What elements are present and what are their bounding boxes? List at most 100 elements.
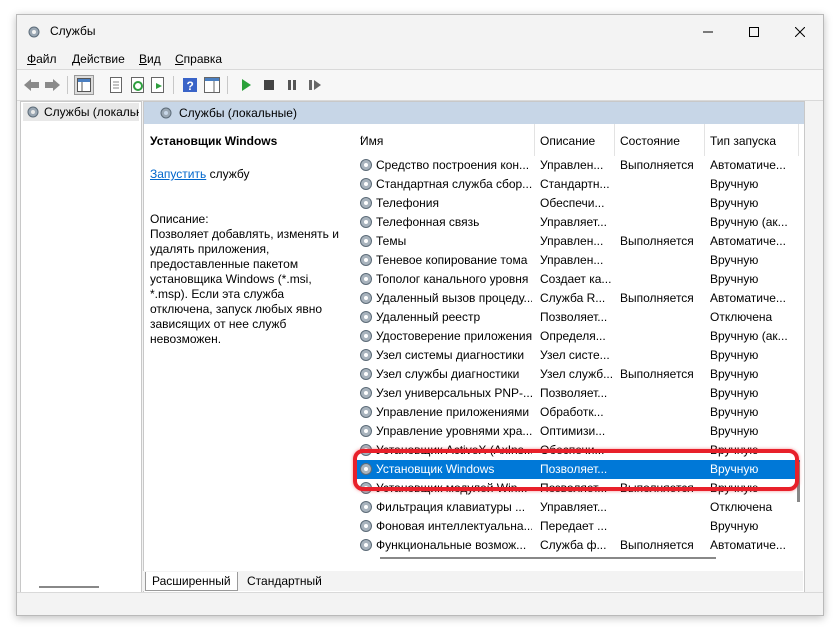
tab-extended-label: Расширенный	[152, 574, 231, 588]
maximize-icon	[749, 27, 759, 37]
status-bar	[17, 592, 823, 615]
cell-description: Служба ф...	[540, 538, 607, 552]
action-pane-icon	[204, 77, 220, 93]
table-row[interactable]: Удаленный вызов процеду... Служба R... Вып…	[354, 289, 800, 308]
column-header-startup-type[interactable]: Тип запуска	[704, 124, 799, 156]
table-row[interactable]: Управление приложениями Обработк... Вручну…	[354, 403, 800, 422]
column-header-startup-type-label: Тип запуска	[710, 134, 777, 148]
cell-startup-type: Автоматиче...	[710, 234, 786, 248]
cell-name: Теневое копирование тома	[376, 253, 528, 267]
column-header-name-label: Имя	[360, 134, 384, 148]
tab-extended[interactable]: Расширенный	[145, 572, 238, 591]
column-header-name[interactable]: ^ Имя	[354, 124, 535, 156]
cell-startup-type: Вручную	[710, 367, 759, 381]
menu-view[interactable]: Вид	[139, 52, 161, 66]
table-row[interactable]: Телефонная связь Управляет... Вручную (ак.…	[354, 213, 800, 232]
menu-file-accesskey: Ф	[27, 52, 37, 66]
table-row[interactable]: Узел универсальных PNP-... Позволяет... Вр…	[354, 384, 800, 403]
maximize-button[interactable]	[731, 15, 777, 49]
cell-startup-type: Автоматиче...	[710, 158, 786, 172]
export-icon	[151, 77, 164, 93]
column-header-description[interactable]: Описание	[534, 124, 615, 156]
services-pane: Службы (локальные) Установщик Windows За…	[143, 101, 805, 595]
start-service-link[interactable]: Запустить	[150, 167, 206, 181]
refresh-icon	[131, 77, 144, 93]
cell-startup-type: Вручную	[710, 196, 759, 210]
service-gear-icon	[360, 311, 372, 323]
detail-description-label: Описание:	[150, 212, 209, 226]
play-icon	[242, 79, 251, 91]
toolbar: ?	[17, 69, 823, 101]
tree-horizontal-scrollbar[interactable]	[39, 586, 99, 588]
service-detail-panel: Установщик Windows Запустить службу Опис…	[144, 124, 349, 554]
cell-description: Узел систе...	[540, 348, 610, 362]
table-row[interactable]: Управление уровнями хра... Оптимизи... Вру…	[354, 422, 800, 441]
service-gear-icon	[360, 216, 372, 228]
service-gear-icon	[360, 425, 372, 437]
cell-description: Создает ка...	[540, 272, 612, 286]
service-gear-icon	[360, 178, 372, 190]
selected-row-highlight-annotation	[353, 449, 799, 491]
cell-description: Оптимизи...	[540, 424, 606, 438]
cell-name: Тополог канального уровня	[376, 272, 529, 286]
help-button[interactable]: ?	[180, 75, 200, 95]
table-row[interactable]: Тополог канального уровня Создает ка... Вр…	[354, 270, 800, 289]
cell-name: Удаленный вызов процеду...	[376, 291, 532, 305]
restart-service-button[interactable]	[305, 75, 325, 95]
table-row[interactable]: Функциональные возмож... Служба ф... Выпол…	[354, 536, 800, 554]
window-title: Службы	[50, 24, 96, 38]
column-header-state[interactable]: Состояние	[614, 124, 705, 156]
show-console-tree-button[interactable]	[74, 75, 94, 95]
tree-item-services-local[interactable]: Службы (локальны	[23, 103, 139, 121]
table-row[interactable]: Темы Управлен... Выполняется Автоматиче...	[354, 232, 800, 251]
table-row[interactable]: Стандартная служба сбор... Стандартн... Вр…	[354, 175, 800, 194]
refresh-button[interactable]	[128, 75, 148, 95]
cell-startup-type: Вручную	[710, 386, 759, 400]
menu-help-label: правка	[183, 52, 223, 66]
table-row[interactable]: Средство построения кон... Управлен... Вып…	[354, 156, 800, 175]
cell-name: Узел системы диагностики	[376, 348, 525, 362]
horizontal-scrollbar[interactable]	[364, 557, 784, 560]
service-gear-icon	[360, 197, 372, 209]
vertical-scrollbar[interactable]	[797, 262, 800, 502]
view-tabs: Расширенный Стандартный	[143, 571, 803, 591]
close-button[interactable]	[777, 15, 823, 49]
menu-action[interactable]: Действие	[72, 52, 125, 66]
table-row[interactable]: Фоновая интеллектуальна... Передает ... Вр…	[354, 517, 800, 536]
properties-view-button[interactable]	[106, 75, 126, 95]
pause-service-button[interactable]	[282, 75, 302, 95]
console-tree: Службы (локальны	[20, 101, 142, 595]
menu-action-label: ействие	[80, 52, 125, 66]
menu-file[interactable]: Файл	[27, 52, 57, 66]
menu-help[interactable]: Справка	[175, 52, 222, 66]
tab-standard[interactable]: Стандартный	[241, 572, 328, 590]
export-list-button[interactable]	[148, 75, 168, 95]
table-row[interactable]: Узел службы диагностики Узел служб... Выпо…	[354, 365, 800, 384]
table-row[interactable]: Фильтрация клавиатуры ... Управляет... Отк…	[354, 498, 800, 517]
restart-icon	[309, 80, 321, 90]
close-icon	[795, 27, 805, 37]
cell-description: Передает ...	[540, 519, 608, 533]
show-hide-action-pane-button[interactable]	[202, 75, 222, 95]
table-row[interactable]: Телефония Обеспечи... Вручную	[354, 194, 800, 213]
cell-description: Служба R...	[540, 291, 606, 305]
cell-state: Выполняется	[620, 234, 694, 248]
cell-description: Позволяет...	[540, 386, 608, 400]
back-arrow-icon	[24, 79, 39, 91]
forward-button[interactable]	[42, 75, 62, 95]
table-row[interactable]: Теневое копирование тома Управлен... Вручн…	[354, 251, 800, 270]
column-header-state-label: Состояние	[620, 134, 680, 148]
horizontal-scrollbar-thumb[interactable]	[380, 557, 716, 559]
table-row[interactable]: Удаленный реестр Позволяет... Отключена	[354, 308, 800, 327]
table-row[interactable]: Удостоверение приложения Определя... Вручн…	[354, 327, 800, 346]
start-service-button[interactable]	[236, 75, 256, 95]
menu-help-accesskey: С	[175, 52, 184, 66]
document-icon	[110, 77, 122, 93]
stop-service-button[interactable]	[259, 75, 279, 95]
table-row[interactable]: Узел системы диагностики Узел систе... Вру…	[354, 346, 800, 365]
stop-icon	[264, 80, 274, 90]
services-window: Службы Файл Действие Вид Справка ? Служб…	[16, 14, 824, 616]
back-button[interactable]	[22, 75, 42, 95]
minimize-button[interactable]	[685, 15, 731, 49]
console-tree-icon	[77, 78, 91, 92]
